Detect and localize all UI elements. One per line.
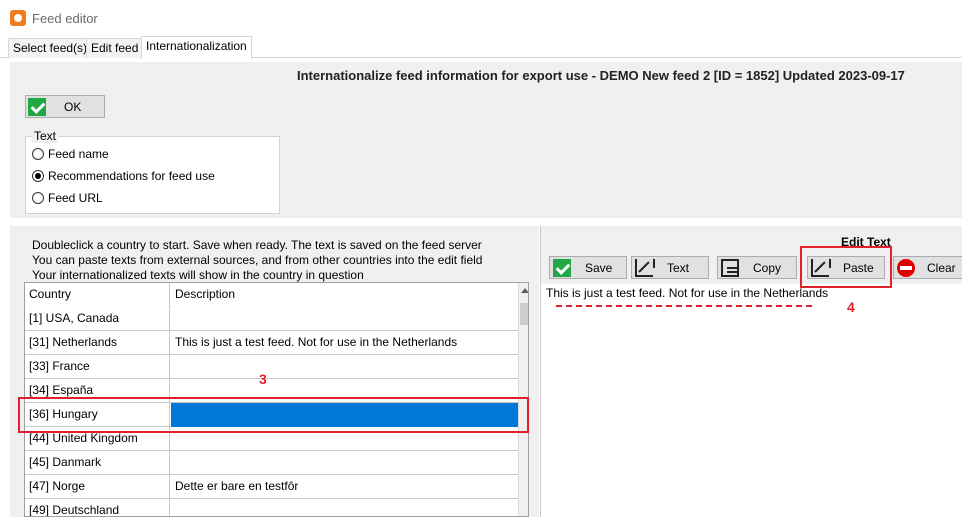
text-button-label: Text bbox=[667, 260, 690, 275]
description-cell[interactable]: Dette er bare en testfôr bbox=[171, 475, 518, 499]
radio-label: Feed name bbox=[48, 147, 109, 161]
column-header-country[interactable]: Country bbox=[25, 283, 170, 307]
annotation-number-3: 3 bbox=[259, 371, 267, 387]
description-cell[interactable] bbox=[171, 451, 518, 475]
clear-icon bbox=[897, 258, 915, 277]
instruction-line: Doubleclick a country to start. Save whe… bbox=[32, 238, 482, 252]
save-button-label: Save bbox=[585, 260, 613, 275]
edit-text-panel: Edit Text Save Text Copy Paste Clear Thi… bbox=[540, 226, 962, 517]
ok-button[interactable]: OK bbox=[25, 95, 105, 118]
tab-internationalization[interactable]: Internationalization bbox=[141, 36, 252, 59]
description-cell[interactable] bbox=[171, 499, 518, 516]
description-cell[interactable] bbox=[171, 307, 518, 331]
window-title: Feed editor bbox=[32, 10, 98, 26]
table-row[interactable]: [1] USA, Canada bbox=[25, 307, 518, 331]
clear-button[interactable]: Clear bbox=[893, 256, 962, 279]
table-row[interactable]: [33] France bbox=[25, 355, 518, 379]
country-cell[interactable]: [31] Netherlands bbox=[25, 331, 170, 355]
annotation-underline bbox=[556, 305, 812, 307]
radio-circle[interactable] bbox=[32, 148, 44, 160]
instruction-line: Your internationalized texts will show i… bbox=[32, 268, 364, 282]
annotation-number-4: 4 bbox=[847, 299, 855, 315]
radio-circle-selected[interactable] bbox=[32, 170, 44, 182]
app-icon bbox=[10, 10, 26, 26]
radio-label: Feed URL bbox=[48, 191, 103, 205]
clear-button-label: Clear bbox=[927, 260, 956, 275]
description-cell[interactable]: This is just a test feed. Not for use in… bbox=[171, 331, 518, 355]
scroll-up-icon[interactable] bbox=[521, 288, 528, 293]
country-panel: Doubleclick a country to start. Save whe… bbox=[10, 226, 539, 517]
instruction-line: You can paste texts from external source… bbox=[32, 253, 483, 267]
country-cell[interactable]: [33] France bbox=[25, 355, 170, 379]
edit-text-area[interactable]: This is just a test feed. Not for use in… bbox=[546, 286, 828, 300]
check-icon bbox=[28, 97, 46, 116]
copy-icon bbox=[721, 258, 739, 277]
radio-feed-url[interactable]: Feed URL bbox=[32, 191, 103, 205]
title-bar: Feed editor bbox=[0, 0, 962, 36]
annotation-box-paste bbox=[800, 246, 892, 288]
grid-header: Country Description bbox=[25, 283, 518, 307]
top-panel: Internationalize feed information for ex… bbox=[10, 62, 962, 218]
edit-toolbar: Edit Text Save Text Copy Paste Clear bbox=[541, 226, 962, 284]
table-row[interactable]: [47] Norge Dette er bare en testfôr bbox=[25, 475, 518, 499]
page-title: Internationalize feed information for ex… bbox=[297, 68, 905, 83]
tab-select-feeds[interactable]: Select feed(s) bbox=[8, 38, 93, 58]
copy-button[interactable]: Copy bbox=[717, 256, 797, 279]
country-cell[interactable]: [1] USA, Canada bbox=[25, 307, 170, 331]
table-row[interactable]: [45] Danmark bbox=[25, 451, 518, 475]
table-row[interactable]: [31] Netherlands This is just a test fee… bbox=[25, 331, 518, 355]
country-cell[interactable]: [49] Deutschland bbox=[25, 499, 170, 516]
tab-strip: Select feed(s) Edit feed Internationaliz… bbox=[0, 36, 962, 59]
save-button[interactable]: Save bbox=[549, 256, 627, 279]
text-group-legend: Text bbox=[32, 129, 59, 143]
text-type-group: Text Feed name Recommendations for feed … bbox=[25, 129, 280, 214]
annotation-box-hungary bbox=[18, 397, 529, 433]
table-row[interactable]: [49] Deutschland bbox=[25, 499, 518, 516]
radio-recommendations[interactable]: Recommendations for feed use bbox=[32, 169, 215, 183]
country-cell[interactable]: [47] Norge bbox=[25, 475, 170, 499]
country-cell[interactable]: [45] Danmark bbox=[25, 451, 170, 475]
check-icon bbox=[553, 258, 571, 277]
description-cell[interactable] bbox=[171, 355, 518, 379]
tab-edit-feed[interactable]: Edit feed bbox=[86, 38, 144, 58]
import-arrow-icon bbox=[635, 258, 655, 277]
radio-circle[interactable] bbox=[32, 192, 44, 204]
ok-button-label: OK bbox=[64, 99, 82, 114]
column-header-description[interactable]: Description bbox=[171, 283, 518, 307]
scroll-thumb[interactable] bbox=[520, 303, 528, 325]
copy-button-label: Copy bbox=[753, 260, 782, 275]
radio-feed-name[interactable]: Feed name bbox=[32, 147, 109, 161]
text-button[interactable]: Text bbox=[631, 256, 709, 279]
radio-label: Recommendations for feed use bbox=[48, 169, 215, 183]
